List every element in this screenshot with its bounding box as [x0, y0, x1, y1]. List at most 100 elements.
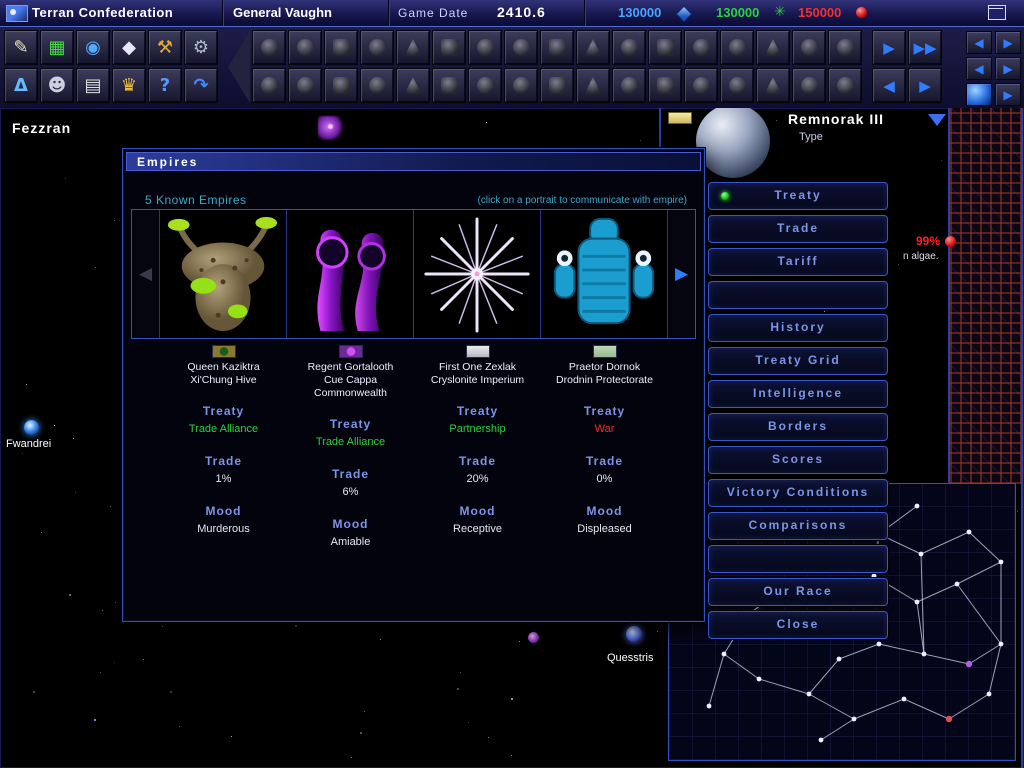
toolbar-button[interactable]	[576, 68, 610, 103]
scroll-left-button[interactable]: ◀	[966, 57, 992, 80]
toolbar-button[interactable]	[432, 30, 466, 65]
toolbar-button[interactable]	[540, 30, 574, 65]
intelligence-icon[interactable]: ☻	[40, 68, 74, 103]
star-quesstris[interactable]	[626, 626, 642, 642]
galaxy-system-node[interactable]	[919, 552, 924, 557]
toolbar-button[interactable]	[396, 68, 430, 103]
toolbar-button[interactable]	[432, 68, 466, 103]
galaxy-system-node[interactable]	[722, 652, 727, 657]
star-fwandrei[interactable]	[24, 420, 39, 435]
galaxy-system-node[interactable]	[902, 697, 907, 702]
toolbar-button[interactable]	[288, 68, 322, 103]
toolbar-button[interactable]	[612, 68, 646, 103]
toolbar-button[interactable]	[504, 68, 538, 103]
empire-portrait-xichung[interactable]	[160, 210, 286, 338]
tariff-button[interactable]: Tariff	[708, 248, 888, 276]
empire-portrait-cryslonite[interactable]	[413, 210, 540, 338]
planets-icon[interactable]: ◉	[76, 30, 110, 65]
toolbar-button[interactable]	[576, 30, 610, 65]
fast-forward-button[interactable]: ▶▶	[908, 30, 942, 65]
toolbar-button[interactable]	[792, 68, 826, 103]
galaxy-system-node[interactable]	[707, 704, 712, 709]
toolbar-button[interactable]	[252, 68, 286, 103]
our-race-button[interactable]: Our Race	[708, 578, 888, 606]
toolbar-button[interactable]	[684, 30, 718, 65]
galaxy-system-node[interactable]	[999, 560, 1004, 565]
victory-conditions-button[interactable]: Victory Conditions	[708, 479, 888, 507]
log-icon[interactable]: ✎	[4, 30, 38, 65]
toolbar-button[interactable]	[828, 68, 862, 103]
toolbar-button[interactable]	[288, 30, 322, 65]
toolbar-button[interactable]	[720, 30, 754, 65]
history-button[interactable]: History	[708, 314, 888, 342]
toolbar-button[interactable]	[648, 30, 682, 65]
intelligence-button[interactable]: Intelligence	[708, 380, 888, 408]
toolbar-button[interactable]	[360, 30, 394, 65]
scroll-right-button[interactable]: ▶	[995, 83, 1021, 106]
galaxy-system-node[interactable]	[915, 504, 920, 509]
galaxy-system-node[interactable]	[915, 600, 920, 605]
construction-icon[interactable]: ⚒	[148, 30, 182, 65]
galaxy-system-node[interactable]	[955, 582, 960, 587]
toolbar-button[interactable]	[396, 30, 430, 65]
designs-icon[interactable]: ▤	[76, 68, 110, 103]
galaxy-system-node[interactable]	[819, 738, 824, 743]
system-minimap[interactable]	[950, 108, 1021, 484]
play-button[interactable]: ▶	[872, 30, 906, 65]
close-button[interactable]: Close	[708, 611, 888, 639]
toolbar-button[interactable]	[648, 68, 682, 103]
toolbar-button[interactable]	[792, 30, 826, 65]
window-title-bar[interactable]: Empires	[126, 152, 701, 171]
toolbar-button[interactable]	[756, 30, 790, 65]
toolbar-button[interactable]	[468, 30, 502, 65]
scroll-portraits-right-button[interactable]: ▶	[667, 210, 695, 338]
treaty-grid-button[interactable]: Treaty Grid	[708, 347, 888, 375]
borders-button[interactable]: Borders	[708, 413, 888, 441]
toolbar-button[interactable]	[684, 68, 718, 103]
galaxy-system-node[interactable]	[967, 530, 972, 535]
galaxy-system-node[interactable]	[757, 677, 762, 682]
scroll-left-button[interactable]: ◀	[966, 31, 992, 54]
toolbar-button[interactable]	[720, 68, 754, 103]
system-map[interactable]: Fezzran Fwandrei Quesstris Remnorak III …	[0, 108, 1024, 768]
scroll-portraits-left-button[interactable]: ◀	[132, 210, 160, 338]
orb-button[interactable]	[966, 83, 992, 106]
empire-portrait-drodnin[interactable]	[540, 210, 667, 338]
toolbar-button[interactable]	[360, 68, 394, 103]
galaxy-system-node[interactable]	[987, 692, 992, 697]
toolbar-button[interactable]	[756, 68, 790, 103]
trade-button[interactable]: Trade	[708, 215, 888, 243]
scroll-down-button[interactable]	[928, 114, 946, 126]
next-item-button[interactable]: ▶	[908, 68, 942, 103]
window-restore-button[interactable]	[988, 5, 1006, 20]
empire-status-icon[interactable]: ♛	[112, 68, 146, 103]
toolbar-button[interactable]	[612, 30, 646, 65]
scroll-right-button[interactable]: ▶	[995, 31, 1021, 54]
repair-icon[interactable]: ⚙	[184, 30, 218, 65]
treaty-button[interactable]: Treaty	[708, 182, 888, 210]
prev-item-button[interactable]: ◀	[872, 68, 906, 103]
toolbar-button[interactable]	[504, 30, 538, 65]
empires-icon[interactable]: ◆	[112, 30, 146, 65]
help-icon[interactable]: ?	[148, 68, 182, 103]
galaxy-system-node[interactable]	[966, 661, 972, 667]
comparisons-button[interactable]: Comparisons	[708, 512, 888, 540]
galaxy-system-node[interactable]	[837, 657, 842, 662]
toolbar-button[interactable]	[828, 30, 862, 65]
scores-button[interactable]: Scores	[708, 446, 888, 474]
galaxy-system-node[interactable]	[946, 716, 952, 722]
end-turn-icon[interactable]: ↷	[184, 68, 218, 103]
toolbar-button[interactable]	[252, 30, 286, 65]
colonies-icon[interactable]: ▦	[40, 30, 74, 65]
galaxy-system-node[interactable]	[807, 692, 812, 697]
toolbar-button[interactable]	[324, 68, 358, 103]
toolbar-button[interactable]	[540, 68, 574, 103]
galaxy-system-node[interactable]	[852, 717, 857, 722]
galaxy-system-node[interactable]	[999, 642, 1004, 647]
scroll-right-button[interactable]: ▶	[995, 57, 1021, 80]
research-icon[interactable]: Δ	[4, 68, 38, 103]
empire-portrait-cuecappa[interactable]	[286, 210, 413, 338]
galaxy-system-node[interactable]	[922, 652, 927, 657]
toolbar-button[interactable]	[324, 30, 358, 65]
toolbar-button[interactable]	[468, 68, 502, 103]
